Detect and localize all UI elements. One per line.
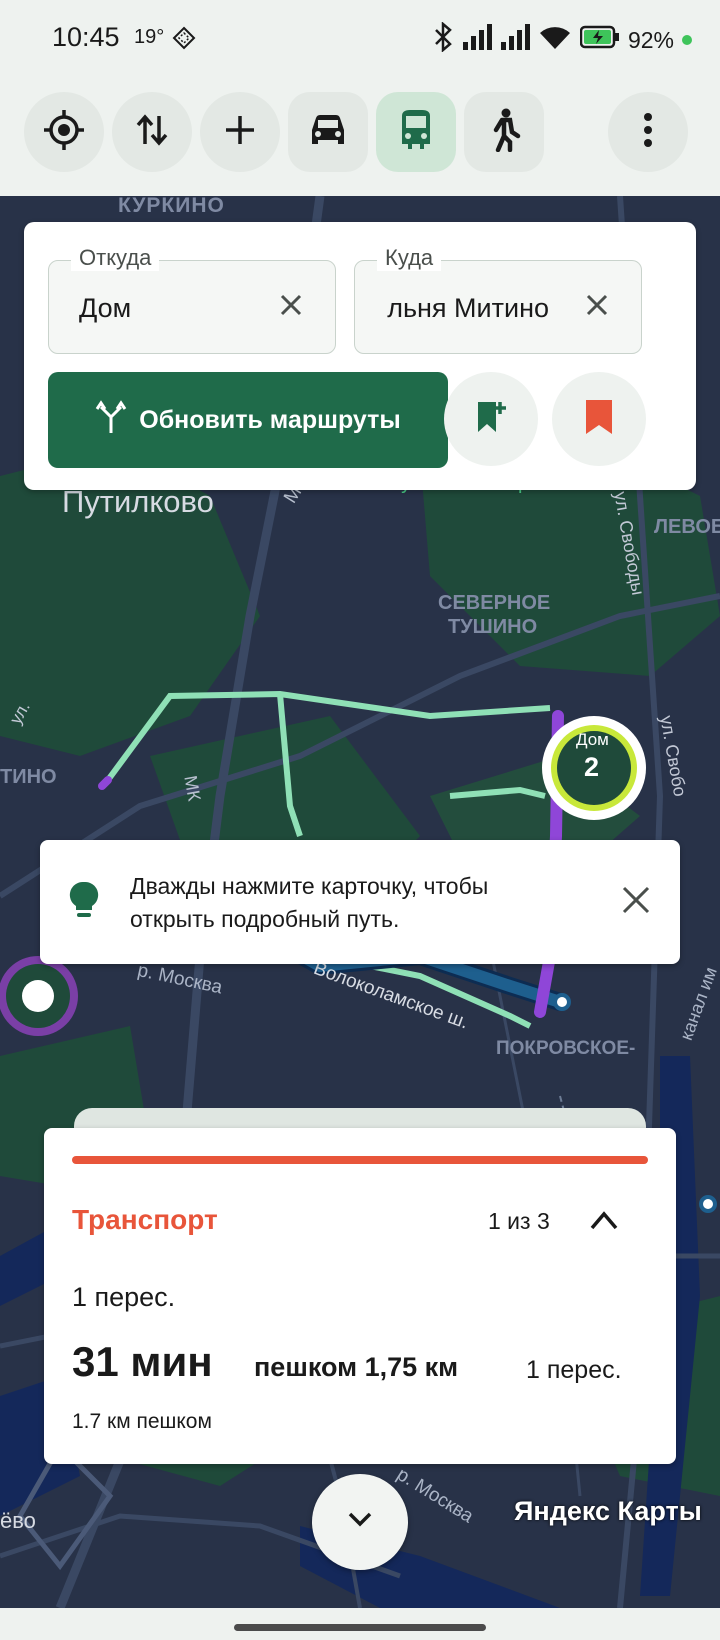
- update-routes-button[interactable]: Обновить маршруты: [48, 372, 448, 468]
- signal-icon: [462, 24, 492, 56]
- more-icon: [642, 112, 654, 153]
- to-field-value: Ильня Митино: [385, 293, 549, 323]
- signal-2-icon: [500, 24, 530, 56]
- map-label-pokrovskoe: ПОКРОВСКОЕ-: [496, 1038, 636, 1059]
- map-label-yevo: ёво: [0, 1508, 36, 1533]
- update-routes-label: Обновить маршруты: [139, 405, 401, 434]
- hint-text: Дважды нажмите карточку, чтобы открыть п…: [130, 873, 489, 932]
- route-card[interactable]: Транспорт 1 из 3 1 перес. 31 мин пешком …: [44, 1128, 676, 1464]
- swap-button[interactable]: [112, 92, 192, 172]
- status-dot: [682, 35, 692, 45]
- battery-percent: 92%: [627, 26, 674, 53]
- to-field-label: Куда: [377, 245, 442, 271]
- lightbulb-icon: [68, 880, 100, 927]
- map-label-mk: МК: [180, 774, 205, 803]
- collapse-chevron-icon[interactable]: [588, 1208, 620, 1237]
- walk-icon: [486, 108, 522, 157]
- add-icon: [222, 112, 258, 153]
- battery-icon: [579, 25, 620, 55]
- route-transfers-top: 1 перес.: [72, 1282, 176, 1312]
- weather-diamond-icon: [172, 26, 196, 55]
- clear-from-icon[interactable]: [277, 291, 305, 319]
- clear-to-icon[interactable]: [583, 291, 611, 319]
- route-form-card: Откуда Дом Куда Ильня Митино Обновить ма…: [24, 222, 696, 490]
- bus-icon: [396, 108, 436, 157]
- map-label-tushino: ТУШИНО: [448, 616, 538, 638]
- bookmark-icon: [584, 398, 614, 441]
- chevron-down-icon: [346, 1510, 374, 1535]
- map-label-levob: ЛЕВОБ: [654, 516, 720, 538]
- map-label-kurkino: КУРКИНО: [118, 196, 225, 217]
- route-walk-distance: пешком 1,75 км: [254, 1352, 459, 1382]
- route-fork-icon: [95, 399, 127, 442]
- car-mode-button[interactable]: [288, 92, 368, 172]
- wifi-icon: [538, 24, 572, 56]
- status-time: 10:45: [52, 22, 120, 52]
- mode-toolbar: [0, 82, 720, 196]
- route-duration: 31 мин: [72, 1338, 213, 1385]
- map-label-tino: ТИНО: [0, 766, 57, 788]
- route-color-bar: [72, 1156, 648, 1164]
- map-label-severnoe: СЕВЕРНОЕ: [438, 592, 551, 614]
- route-transfers: 1 перес.: [526, 1356, 622, 1384]
- expand-sheet-button[interactable]: [312, 1474, 408, 1570]
- swap-icon: [132, 110, 172, 155]
- add-point-button[interactable]: [200, 92, 280, 172]
- hint-tooltip: Дважды нажмите карточку, чтобы открыть п…: [40, 840, 680, 964]
- status-temperature: 19°: [134, 26, 165, 48]
- status-bar: 10:45 19° 92%: [0, 0, 720, 82]
- to-field[interactable]: Куда Ильня Митино: [354, 245, 642, 354]
- route-walk-detail: 1.7 км пешком: [72, 1410, 212, 1433]
- from-field-value: Дом: [79, 293, 132, 323]
- transit-mode-button[interactable]: [376, 92, 456, 172]
- from-field-label: Откуда: [71, 245, 160, 271]
- home-pin-count: 2: [584, 752, 600, 782]
- to-field-value-clip: Ильня Митино: [385, 293, 549, 327]
- system-nav-bar: [0, 1608, 720, 1640]
- save-route-button[interactable]: [444, 372, 538, 466]
- route-counter: 1 из 3: [488, 1208, 550, 1234]
- car-icon: [306, 110, 350, 155]
- bluetooth-icon: [432, 21, 454, 58]
- route-mode-title: Транспорт: [72, 1204, 218, 1235]
- from-field[interactable]: Откуда Дом: [48, 245, 336, 354]
- more-menu-button[interactable]: [608, 92, 688, 172]
- walk-mode-button[interactable]: [464, 92, 544, 172]
- map-brand-logo: Яндекс Карты: [514, 1496, 702, 1526]
- my-location-button[interactable]: [24, 92, 104, 172]
- home-pin-label: Дом: [576, 730, 609, 749]
- bookmark-add-icon: [474, 398, 508, 441]
- my-location-icon: [42, 108, 86, 157]
- close-hint-icon[interactable]: [620, 884, 652, 921]
- bookmarks-button[interactable]: [552, 372, 646, 466]
- home-gesture-bar[interactable]: [234, 1624, 486, 1631]
